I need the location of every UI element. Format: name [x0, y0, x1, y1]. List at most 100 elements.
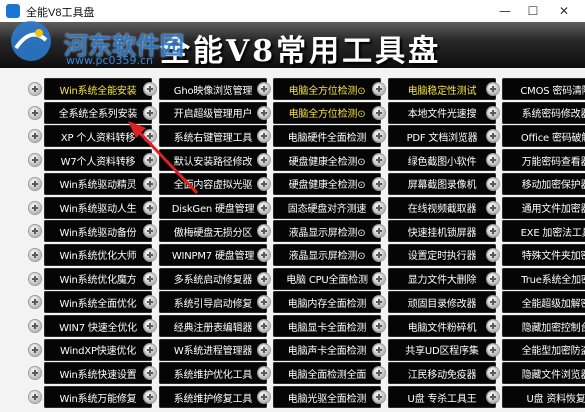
tool-button-label: U盘 资料恢复: [526, 393, 585, 405]
add-icon: [373, 296, 385, 309]
tool-button-label: Win系统全能安装: [59, 85, 137, 97]
tool-button[interactable]: 固态硬盘对齐测速: [273, 196, 381, 219]
tool-button[interactable]: W系统进程管理器: [159, 338, 267, 361]
tool-button-label: 绿色截图小软件: [407, 156, 477, 168]
tool-button[interactable]: 电脑光驱全面检测: [273, 386, 381, 409]
tool-button[interactable]: Win系统全能安装: [44, 78, 152, 100]
tool-button[interactable]: 特殊文件夹加密: [502, 243, 585, 266]
tool-button[interactable]: Win系统优化大师: [44, 243, 152, 266]
tool-button-label: 电脑内存全面检测: [287, 298, 367, 310]
tool-button[interactable]: 电脑全方位检测⊙: [273, 101, 381, 124]
tool-button[interactable]: 硬盘健康全检测⊙: [273, 149, 381, 172]
tool-button[interactable]: Office 密码破解: [502, 125, 585, 148]
maximize-button[interactable]: ☐: [519, 2, 547, 20]
tool-button[interactable]: 隐藏加密控制台: [502, 315, 585, 337]
tool-button[interactable]: 快速挂机锁屏器: [388, 220, 496, 243]
add-icon: [373, 106, 385, 119]
banner-title: 全能V8常用工具盘: [160, 34, 442, 68]
tool-button-label: 多系统启动修复器: [173, 275, 253, 287]
add-icon: [144, 296, 156, 309]
tool-button[interactable]: 系统维护优化工具: [159, 362, 267, 385]
tool-button[interactable]: 电脑稳定性测试: [388, 78, 496, 100]
tool-button[interactable]: 全面内容虚拟光驱: [159, 172, 267, 195]
tool-button[interactable]: Win系统万能修复: [44, 386, 152, 409]
tool-button[interactable]: 经典注册表编辑器: [159, 315, 267, 337]
close-button[interactable]: ✕: [550, 2, 578, 20]
tool-button[interactable]: 电脑硬件全面检测: [273, 125, 381, 148]
tool-button[interactable]: WindXP快速优化: [44, 338, 152, 361]
tool-button[interactable]: XP 个人资料转移: [44, 125, 152, 148]
tool-button-label: 共享UD区程序集: [405, 346, 479, 358]
tool-button[interactable]: 默认安装路径修改: [159, 149, 267, 172]
tool-button-label: 系统维护修复工具: [173, 393, 253, 405]
tool-button[interactable]: 电脑内存全面检测: [273, 291, 381, 314]
tool-button[interactable]: 隐藏文件浏览器: [502, 362, 585, 385]
tool-button[interactable]: 全能超级加解密: [502, 291, 585, 314]
tool-button[interactable]: 全系统全系列安装: [44, 101, 152, 124]
add-icon: [373, 201, 385, 214]
tool-button-label: EXE 加密法工具: [520, 227, 585, 239]
tool-button[interactable]: 电脑全面检测全面: [273, 362, 381, 385]
tool-button[interactable]: Win系统驱动备份: [44, 220, 152, 243]
tool-button[interactable]: CMOS 密码清除: [502, 78, 585, 100]
add-icon: [258, 391, 270, 404]
tool-button[interactable]: Win系统驱动精灵: [44, 172, 152, 195]
add-icon: [144, 248, 156, 261]
tool-button[interactable]: Win系统优化魔方: [44, 267, 152, 290]
tool-button[interactable]: DiskGen 硬盘管理: [159, 196, 267, 219]
add-icon: [373, 130, 385, 143]
tool-button-label: 系统右键管理工具: [173, 132, 253, 144]
tool-button[interactable]: 通用文件加密器: [502, 196, 585, 219]
tool-button[interactable]: 江民移动免疫器: [388, 362, 496, 385]
tool-button[interactable]: 万能密码查看器: [502, 149, 585, 172]
tool-button[interactable]: W7个人资料转移: [44, 149, 152, 172]
tool-button[interactable]: U盘 专杀工具王: [388, 386, 496, 409]
tool-button[interactable]: Win系统驱动人生: [44, 196, 152, 219]
tool-button[interactable]: 电脑声卡全面检测: [273, 338, 381, 361]
tool-button[interactable]: 顽固目录修改器: [388, 291, 496, 314]
tool-button[interactable]: 全能型加密防盗: [502, 338, 585, 361]
tool-button[interactable]: 移动加密保护器: [502, 172, 585, 195]
tool-grid: Win系统全能安装 全系统全系列安装 XP 个人资料转移 W7个人资料转移 Win系统驱…: [0, 74, 585, 412]
tool-button[interactable]: U盘 资料恢复: [502, 386, 585, 409]
tool-button-label: 隐藏文件浏览器: [521, 369, 585, 381]
tool-button[interactable]: 系统右键管理工具: [159, 125, 267, 148]
tool-button[interactable]: 硬盘健康全检测⊙: [273, 172, 381, 195]
tool-button[interactable]: 系统密码修改器: [502, 101, 585, 124]
tool-button[interactable]: 屏幕截图录像机: [388, 172, 496, 195]
tool-button-label: WindXP快速优化: [59, 346, 136, 358]
tool-button[interactable]: 液晶显示屏检测⊙: [273, 220, 381, 243]
tool-button[interactable]: 电脑显卡全面检测: [273, 315, 381, 337]
add-icon: [258, 225, 270, 238]
tool-button[interactable]: 显力文件大删除: [388, 267, 496, 290]
tool-button[interactable]: 本地文件光速搜: [388, 101, 496, 124]
tool-button[interactable]: 设置定时执行器: [388, 243, 496, 266]
add-icon: [487, 177, 499, 190]
tool-button[interactable]: WIN7 快速全优化: [44, 315, 152, 337]
tool-button[interactable]: 在线视频截取器: [388, 196, 496, 219]
tool-button[interactable]: WINPM7 硬盘管理: [159, 243, 267, 266]
tool-button[interactable]: Gho映像浏览管理: [159, 78, 267, 100]
tool-button[interactable]: 绿色截图小软件: [388, 149, 496, 172]
tool-button[interactable]: 开启超级管理用户: [159, 101, 267, 124]
tool-button[interactable]: True系统全加密: [502, 267, 585, 290]
tool-button[interactable]: 电脑全方位检测⊙: [273, 78, 381, 100]
tool-button[interactable]: PDF 文档浏览器: [388, 125, 496, 148]
tool-button[interactable]: 傲梅硬盘无损分区: [159, 220, 267, 243]
tool-button[interactable]: 电脑文件粉碎机: [388, 315, 496, 337]
tool-button[interactable]: 系统维护修复工具: [159, 386, 267, 409]
add-icon: [258, 177, 270, 190]
tool-button[interactable]: Win系统快速设置: [44, 362, 152, 385]
tool-button[interactable]: 多系统启动修复器: [159, 267, 267, 290]
tool-button-label: 开启超级管理用户: [173, 109, 253, 121]
minimize-button[interactable]: —: [491, 2, 519, 20]
tool-button[interactable]: 电脑 CPU全面检测: [273, 267, 381, 290]
tool-button[interactable]: EXE 加密法工具: [502, 220, 585, 243]
tool-button[interactable]: 液晶显示屏检测⊙: [273, 243, 381, 266]
tool-button-label: 全能型加密防盗: [521, 346, 585, 358]
tool-button[interactable]: 共享UD区程序集: [388, 338, 496, 361]
tool-button[interactable]: Win系统全面优化: [44, 291, 152, 314]
tool-button[interactable]: 系统引导启动修复: [159, 291, 267, 314]
add-icon: [258, 272, 270, 285]
tool-button-label: 江民移动免疫器: [407, 369, 477, 381]
